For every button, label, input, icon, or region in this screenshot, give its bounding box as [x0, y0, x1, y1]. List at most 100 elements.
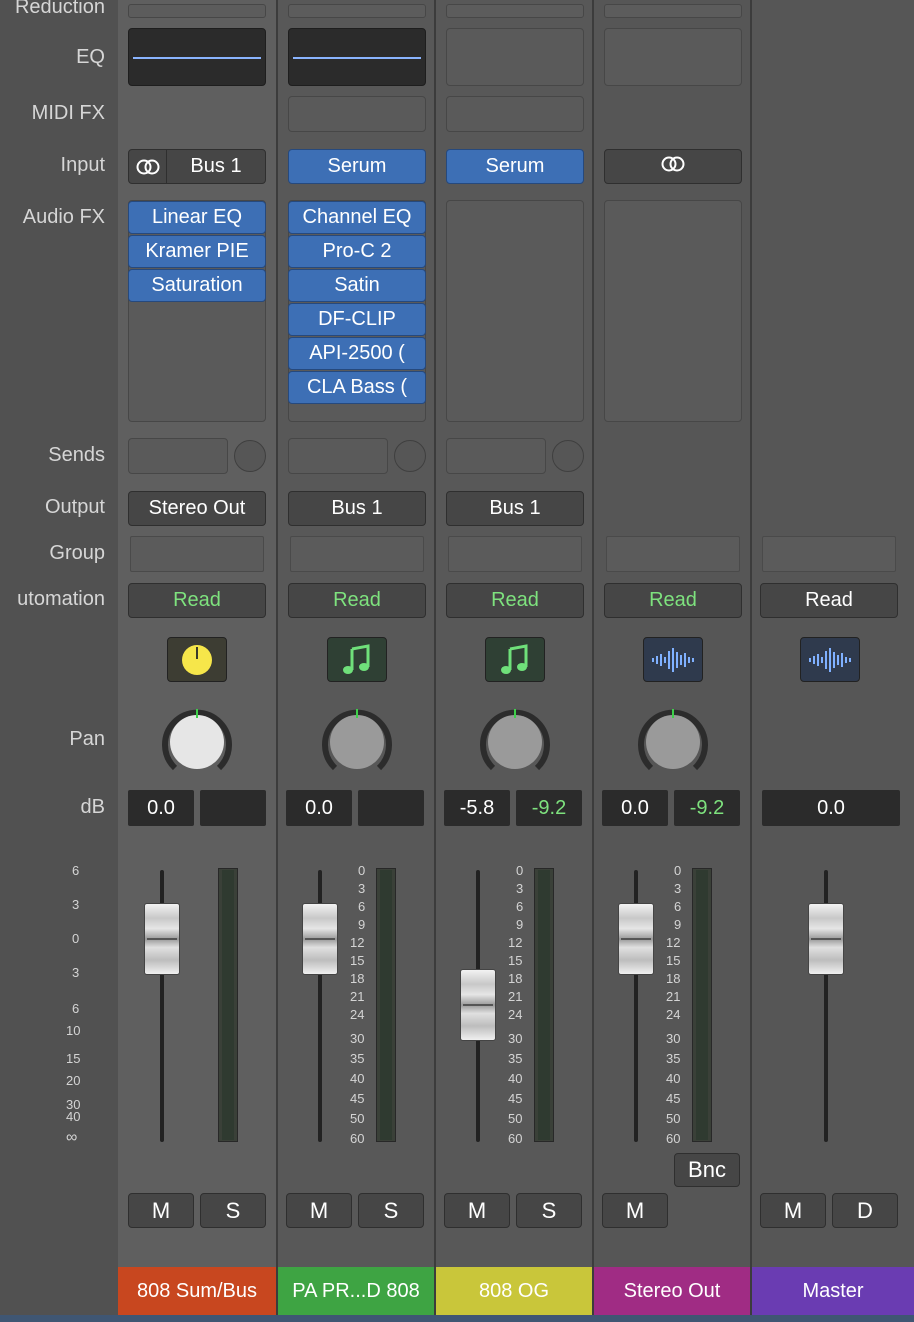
input-slot[interactable]: Bus 1	[128, 149, 266, 184]
meter-scale-tick: 60	[666, 1131, 681, 1146]
plugin-slot[interactable]: Saturation	[128, 269, 266, 302]
automation-mode-label: Read	[333, 589, 381, 611]
pan-knob[interactable]	[479, 706, 551, 778]
fader-scale-tick: 3	[72, 897, 80, 912]
eq-thumbnail[interactable]	[128, 28, 266, 86]
input-slot[interactable]: Serum	[446, 149, 584, 184]
volume-fader[interactable]	[144, 903, 180, 975]
track-name[interactable]: PA PR...D 808	[278, 1267, 434, 1315]
waveform-icon[interactable]	[643, 637, 703, 682]
group-slot[interactable]	[290, 536, 424, 572]
dim-button[interactable]: D	[832, 1193, 898, 1228]
send-slot[interactable]	[288, 438, 388, 474]
mute-button[interactable]: M	[602, 1193, 668, 1228]
eq-thumbnail[interactable]	[604, 28, 742, 86]
pan-knob[interactable]	[161, 706, 233, 778]
volume-readout[interactable]: 0.0	[602, 790, 668, 826]
volume-readout[interactable]: 0.0	[762, 790, 900, 826]
automation-mode-button[interactable]: Read	[446, 583, 584, 618]
label-reduction: Reduction	[14, 0, 105, 18]
midi-fx-slot[interactable]	[446, 96, 584, 132]
automation-mode-button[interactable]: Read	[604, 583, 742, 618]
group-slot[interactable]	[448, 536, 582, 572]
automation-mode-button[interactable]: Read	[760, 583, 898, 618]
solo-button[interactable]: S	[358, 1193, 424, 1228]
input-slot[interactable]: Serum	[288, 149, 426, 184]
bounce-button[interactable]: Bnc	[674, 1153, 740, 1187]
automation-mode-button[interactable]: Read	[288, 583, 426, 618]
audio-fx-area[interactable]	[604, 200, 742, 422]
send-level-knob[interactable]	[552, 440, 584, 472]
output-slot[interactable]: Bus 1	[446, 491, 584, 526]
plugin-slot[interactable]: Channel EQ	[288, 201, 426, 234]
automation-mode-label: Read	[173, 589, 221, 611]
volume-fader[interactable]	[460, 969, 496, 1041]
mute-button[interactable]: M	[286, 1193, 352, 1228]
tuner-knob-icon[interactable]	[167, 637, 227, 682]
volume-readout[interactable]: -5.8	[444, 790, 510, 826]
group-slot[interactable]	[762, 536, 896, 572]
solo-button[interactable]: S	[516, 1193, 582, 1228]
peak-readout[interactable]	[358, 790, 424, 826]
solo-button[interactable]: S	[200, 1193, 266, 1228]
music-note-icon[interactable]	[327, 637, 387, 682]
label-eq: EQ	[76, 46, 105, 68]
volume-readout[interactable]: 0.0	[128, 790, 194, 826]
group-slot[interactable]	[130, 536, 264, 572]
output-slot[interactable]: Bus 1	[288, 491, 426, 526]
audio-fx-area[interactable]	[446, 200, 584, 422]
plugin-slot[interactable]: Kramer PIE	[128, 235, 266, 268]
plugin-slot[interactable]: CLA Bass (	[288, 371, 426, 404]
meter-scale-tick: 12	[508, 935, 523, 950]
mute-button[interactable]: M	[444, 1193, 510, 1228]
mute-button[interactable]: M	[128, 1193, 194, 1228]
plugin-slot[interactable]: Pro-C 2	[288, 235, 426, 268]
volume-fader[interactable]	[302, 903, 338, 975]
output-slot[interactable]: Stereo Out	[128, 491, 266, 526]
automation-mode-button[interactable]: Read	[128, 583, 266, 618]
send-level-knob[interactable]	[394, 440, 426, 472]
track-name[interactable]: 808 OG	[436, 1267, 592, 1315]
meter-scale-tick: 12	[350, 935, 365, 950]
pan-knob[interactable]	[321, 706, 393, 778]
meter-scale-tick: 30	[666, 1031, 681, 1046]
pan-knob[interactable]	[637, 706, 709, 778]
send-slot[interactable]	[128, 438, 228, 474]
plugin-slot[interactable]: Linear EQ	[128, 201, 266, 234]
track-name[interactable]: Stereo Out	[594, 1267, 750, 1315]
footer-line	[0, 1315, 914, 1322]
meter-scale-tick: 24	[508, 1007, 523, 1022]
track-name[interactable]: 808 Sum/Bus	[118, 1267, 276, 1315]
mute-button[interactable]: M	[760, 1193, 826, 1228]
waveform-icon[interactable]	[800, 637, 860, 682]
channel-strip-master: Read 0.0 M D Master	[752, 0, 914, 1322]
send-slot[interactable]	[446, 438, 546, 474]
meter-scale-tick: 0	[358, 863, 366, 878]
label-pan: Pan	[69, 728, 105, 750]
peak-readout[interactable]: -9.2	[674, 790, 740, 826]
meter-scale-tick: 35	[508, 1051, 523, 1066]
input-slot[interactable]	[604, 149, 742, 184]
plugin-slot[interactable]: API-2500 (	[288, 337, 426, 370]
meter-scale-tick: 3	[358, 881, 366, 896]
automation-mode-label: Read	[649, 589, 697, 611]
midi-fx-slot[interactable]	[288, 96, 426, 132]
track-name[interactable]: Master	[752, 1267, 914, 1315]
eq-thumbnail[interactable]	[446, 28, 584, 86]
volume-fader[interactable]	[618, 903, 654, 975]
peak-readout[interactable]: -9.2	[516, 790, 582, 826]
plugin-slot[interactable]: DF-CLIP	[288, 303, 426, 336]
volume-readout[interactable]: 0.0	[286, 790, 352, 826]
channel-strip-808-sum-bus: Bus 1 Linear EQ Kramer PIE Saturation St…	[66, 0, 276, 1322]
group-slot[interactable]	[606, 536, 740, 572]
peak-readout[interactable]	[200, 790, 266, 826]
meter-scale-tick: 18	[508, 971, 523, 986]
fader-scale-tick: 10	[66, 1023, 81, 1038]
eq-thumbnail[interactable]	[288, 28, 426, 86]
meter-scale-tick: 3	[674, 881, 682, 896]
volume-fader[interactable]	[808, 903, 844, 975]
plugin-slot[interactable]: Satin	[288, 269, 426, 302]
meter-scale-tick: 40	[666, 1071, 681, 1086]
send-level-knob[interactable]	[234, 440, 266, 472]
music-note-icon[interactable]	[485, 637, 545, 682]
